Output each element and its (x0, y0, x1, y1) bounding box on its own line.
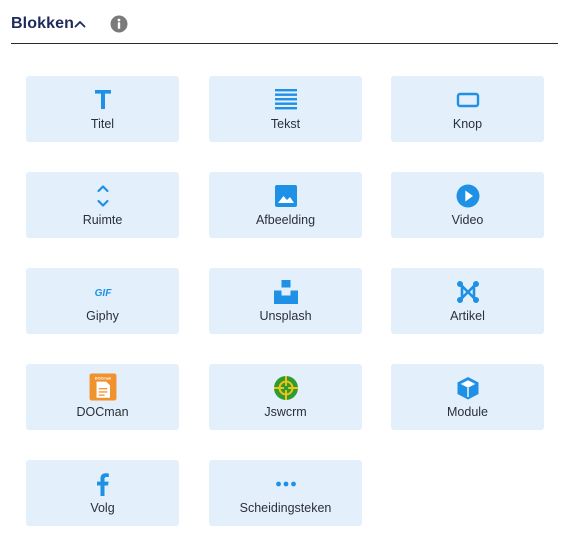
image-icon (274, 185, 297, 207)
block-label: Giphy (86, 309, 119, 323)
block-label: Titel (90, 117, 115, 131)
joomla-icon (456, 281, 479, 303)
gif-icon-text: GIF (94, 288, 112, 299)
block-unsplash[interactable]: Unsplash (209, 268, 362, 334)
spacer-arrows-icon (96, 185, 109, 207)
block-label: Jswcrm (264, 405, 307, 419)
play-circle-icon (456, 184, 479, 208)
gif-icon: GIF (94, 288, 112, 299)
block-label: Artikel (450, 309, 485, 323)
block-label: DOCman (76, 405, 129, 419)
block-label: Unsplash (259, 309, 312, 323)
block-label: Video (451, 213, 484, 227)
block-label: Knop (452, 117, 483, 131)
info-icon[interactable] (110, 15, 128, 33)
jswcrm-icon (273, 376, 298, 400)
block-jswcrm[interactable]: Jswcrm (209, 364, 362, 430)
facebook-icon (96, 473, 109, 496)
button-icon (456, 92, 479, 108)
block-label: Ruimte (82, 213, 123, 227)
block-label: Tekst (270, 117, 301, 131)
block-label: Scheidingsteken (239, 501, 332, 515)
section-title: Blokken (11, 15, 74, 32)
docman-icon-text: DOCman (94, 375, 111, 380)
unsplash-icon (273, 280, 298, 304)
block-titel[interactable]: Titel (26, 76, 179, 142)
block-label: Volg (90, 501, 115, 515)
block-label: Module (447, 405, 488, 419)
block-giphy[interactable]: GIF Giphy (26, 268, 179, 334)
block-knop[interactable]: Knop (391, 76, 544, 142)
block-volg[interactable]: Volg (26, 460, 179, 526)
block-tekst[interactable]: Tekst (209, 76, 362, 142)
text-lines-icon (274, 89, 297, 110)
title-t-icon (94, 90, 111, 109)
block-video[interactable]: Video (391, 172, 544, 238)
block-ruimte[interactable]: Ruimte (26, 172, 179, 238)
docman-icon: DOCman (89, 373, 116, 401)
divider-dots-icon (275, 481, 296, 487)
block-docman[interactable]: DOCman DOCman (26, 364, 179, 430)
cube-icon (457, 377, 478, 400)
block-module[interactable]: Module (391, 364, 544, 430)
block-artikel[interactable]: Artikel (391, 268, 544, 334)
blocks-header: Blokken (11, 8, 558, 44)
chevron-up-icon[interactable] (73, 17, 87, 31)
block-afbeelding[interactable]: Afbeelding (209, 172, 362, 238)
block-label: Afbeelding (255, 213, 316, 227)
block-scheidingsteken[interactable]: Scheidingsteken (209, 460, 362, 526)
